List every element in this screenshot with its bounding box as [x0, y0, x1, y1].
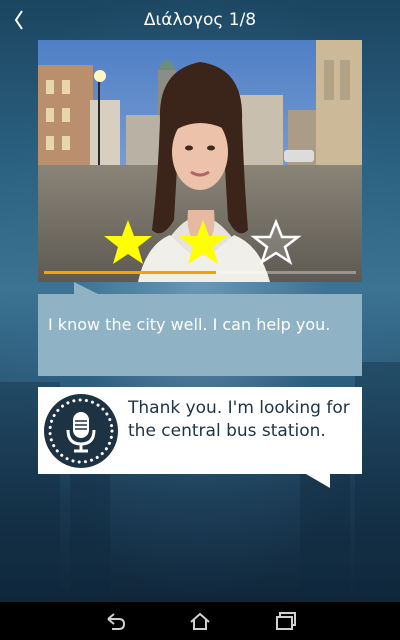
video-progress-fill — [44, 271, 216, 274]
rating-stars — [104, 218, 302, 265]
user-message-bubble: Thank you. I'm looking for the central b… — [38, 387, 362, 488]
bubble-notch — [74, 282, 100, 295]
top-bar: Διάλογος 1/8 — [0, 0, 400, 40]
nav-home-icon — [190, 612, 210, 630]
speaker-message-bubble: I know the city well. I can help you. — [38, 282, 362, 376]
nav-recents-icon — [276, 612, 296, 630]
star-icon-filled-2 — [179, 220, 227, 264]
microphone-icon — [48, 398, 114, 464]
system-nav-bar — [0, 602, 400, 640]
nav-back-button[interactable] — [102, 611, 126, 631]
record-button[interactable] — [44, 394, 118, 468]
nav-recents-button[interactable] — [274, 611, 298, 631]
video-progress-bar[interactable] — [44, 271, 356, 274]
page-title: Διάλογος 1/8 — [143, 10, 257, 30]
speaker-message-text: I know the city well. I can help you. — [48, 315, 331, 334]
user-message-text: Thank you. I'm looking for the central b… — [128, 398, 350, 441]
bubble-notch — [306, 474, 330, 488]
nav-home-button[interactable] — [188, 611, 212, 631]
star-icon-filled-1 — [104, 220, 152, 264]
nav-back-icon — [107, 613, 126, 630]
star-icon-empty-3 — [250, 218, 302, 265]
